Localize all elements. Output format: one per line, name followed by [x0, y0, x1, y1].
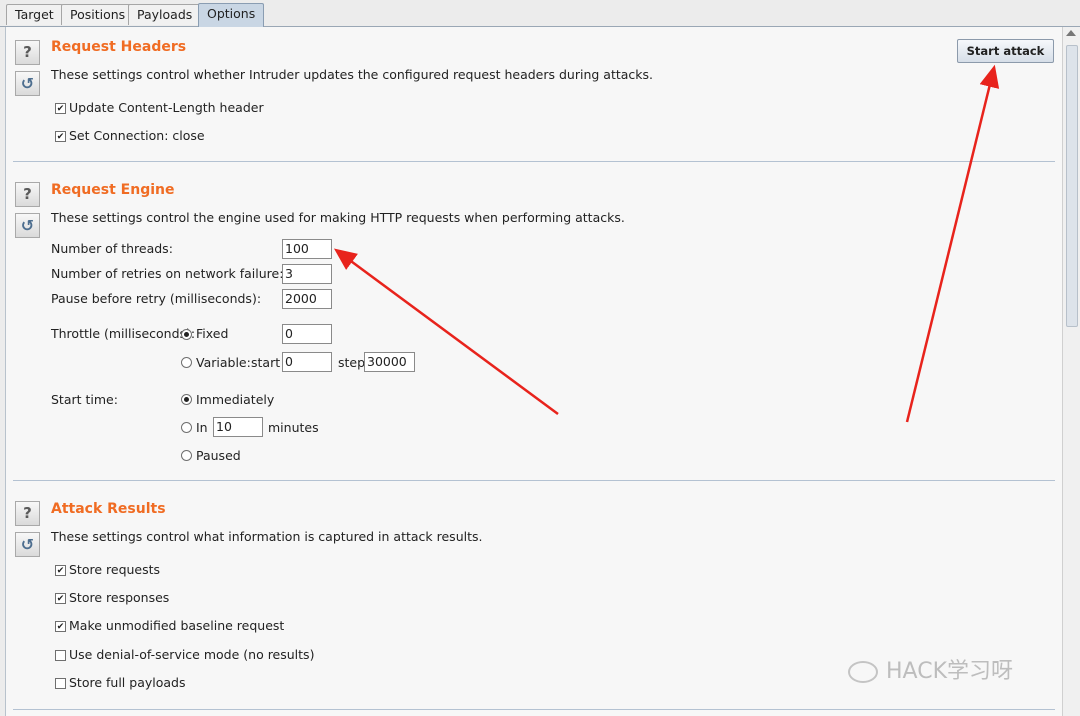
wechat-icon [848, 661, 878, 683]
annotation-arrows [333, 64, 1000, 423]
watermark: HACK学习呀 [848, 653, 1013, 685]
arrow-to-threads [333, 248, 559, 416]
watermark-text: HACK学习呀 [886, 659, 1013, 684]
arrow-to-start-attack [905, 64, 1000, 423]
